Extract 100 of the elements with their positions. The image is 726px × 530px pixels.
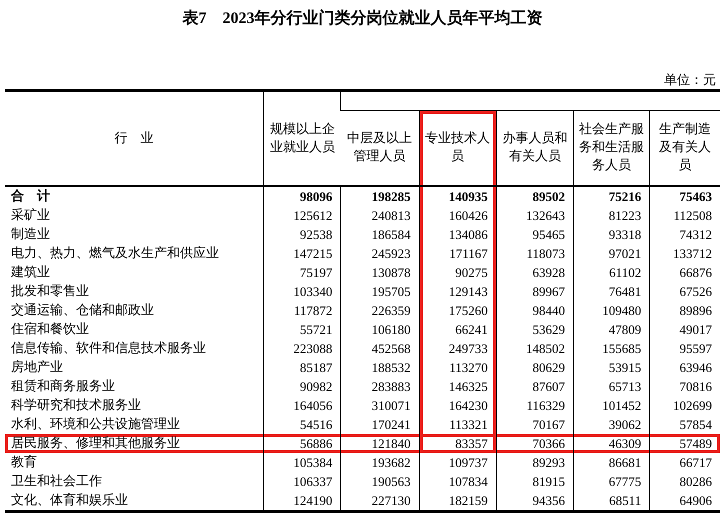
table-cell: 47809	[574, 320, 650, 339]
row-label: 科学研究和技术服务业	[5, 396, 264, 415]
table-cell: 67526	[650, 282, 720, 301]
table-cell: 117872	[264, 301, 341, 320]
table-cell: 121840	[340, 434, 420, 453]
row-label: 水利、环境和公共设施管理业	[5, 415, 264, 434]
table-cell: 240813	[340, 206, 420, 225]
row-label: 信息传输、软件和信息技术服务业	[5, 339, 264, 358]
table-cell: 64906	[650, 491, 720, 512]
table-cell: 105384	[264, 453, 341, 472]
table-cell: 63928	[496, 263, 574, 282]
table-cell: 87607	[496, 377, 574, 396]
row-label: 租赁和商务服务业	[5, 377, 264, 396]
row-label: 卫生和社会工作	[5, 472, 264, 491]
table-cell: 95597	[650, 339, 720, 358]
table-cell: 89967	[496, 282, 574, 301]
table-cell: 90275	[419, 263, 496, 282]
table-cell: 76481	[574, 282, 650, 301]
column-header: 生产制造及有关人员	[650, 110, 720, 186]
table-cell: 89896	[650, 301, 720, 320]
row-label: 建筑业	[5, 263, 264, 282]
table-cell: 109737	[419, 453, 496, 472]
table-cell: 175260	[419, 301, 496, 320]
column-header: 社会生产服务和生活服务人员	[574, 110, 650, 186]
table-cell: 66241	[419, 320, 496, 339]
table-cell: 249733	[419, 339, 496, 358]
table-cell: 65713	[574, 377, 650, 396]
table-cell: 124190	[264, 491, 341, 512]
row-label: 文化、体育和娱乐业	[5, 491, 264, 512]
table-cell: 109480	[574, 301, 650, 320]
row-label: 居民服务、修理和其他服务业	[5, 434, 264, 453]
table-cell: 223088	[264, 339, 341, 358]
table-cell: 125612	[264, 206, 341, 225]
table-cell: 113321	[419, 415, 496, 434]
table-cell: 53629	[496, 320, 574, 339]
table-cell: 113270	[419, 358, 496, 377]
table-cell: 86681	[574, 453, 650, 472]
table-cell: 102699	[650, 396, 720, 415]
table-cell: 53915	[574, 358, 650, 377]
column-header: 规模以上企业就业人员	[264, 90, 341, 186]
table-cell: 57489	[650, 434, 720, 453]
table-cell: 170241	[340, 415, 420, 434]
row-label: 合 计	[5, 186, 264, 206]
column-header: 办事人员和有关人员	[496, 110, 574, 186]
table-cell: 103340	[264, 282, 341, 301]
table-cell: 56886	[264, 434, 341, 453]
table-cell: 147215	[264, 244, 341, 263]
table-cell: 92538	[264, 225, 341, 244]
table-cell: 80286	[650, 472, 720, 491]
table-cell: 75216	[574, 186, 650, 206]
row-label: 房地产业	[5, 358, 264, 377]
table-cell: 130878	[340, 263, 420, 282]
unit-label: 单位：元	[663, 72, 717, 89]
table-cell: 75197	[264, 263, 341, 282]
table-cell: 134086	[419, 225, 496, 244]
table-cell: 164056	[264, 396, 341, 415]
table-cell: 146325	[419, 377, 496, 396]
table-cell: 39062	[574, 415, 650, 434]
table-cell: 89293	[496, 453, 574, 472]
table-cell: 66876	[650, 263, 720, 282]
column-header: 中层及以上管理人员	[340, 110, 420, 186]
table-cell: 54516	[264, 415, 341, 434]
table-cell: 70816	[650, 377, 720, 396]
table-cell: 61102	[574, 263, 650, 282]
row-label: 电力、热力、燃气及水生产和供应业	[5, 244, 264, 263]
table-cell: 132643	[496, 206, 574, 225]
row-label: 制造业	[5, 225, 264, 244]
table-cell: 226359	[340, 301, 420, 320]
table-cell: 80629	[496, 358, 574, 377]
table-cell: 81223	[574, 206, 650, 225]
table-cell: 107834	[419, 472, 496, 491]
table-cell: 98440	[496, 301, 574, 320]
table-cell: 85187	[264, 358, 341, 377]
table-cell: 186584	[340, 225, 420, 244]
table-cell: 89502	[496, 186, 574, 206]
table-cell: 116329	[496, 396, 574, 415]
row-label: 教育	[5, 453, 264, 472]
table-cell: 81915	[496, 472, 574, 491]
table-cell: 452568	[340, 339, 420, 358]
table-cell: 49017	[650, 320, 720, 339]
table-cell: 182159	[419, 491, 496, 512]
table-cell: 90982	[264, 377, 341, 396]
table-cell: 148502	[496, 339, 574, 358]
table-cell: 160426	[419, 206, 496, 225]
column-header: 行 业	[5, 90, 264, 186]
table-cell: 75463	[650, 186, 720, 206]
table-cell: 98096	[264, 186, 341, 206]
table-cell: 118073	[496, 244, 574, 263]
table-cell: 198285	[340, 186, 420, 206]
table-cell: 195705	[340, 282, 420, 301]
table-cell: 93318	[574, 225, 650, 244]
table-cell: 140935	[419, 186, 496, 206]
row-label: 住宿和餐饮业	[5, 320, 264, 339]
table-cell: 101452	[574, 396, 650, 415]
table-cell: 193682	[340, 453, 420, 472]
table-cell: 83357	[419, 434, 496, 453]
row-label: 交通运输、仓储和邮政业	[5, 301, 264, 320]
table-cell: 67775	[574, 472, 650, 491]
table-cell: 57854	[650, 415, 720, 434]
table-cell: 68511	[574, 491, 650, 512]
